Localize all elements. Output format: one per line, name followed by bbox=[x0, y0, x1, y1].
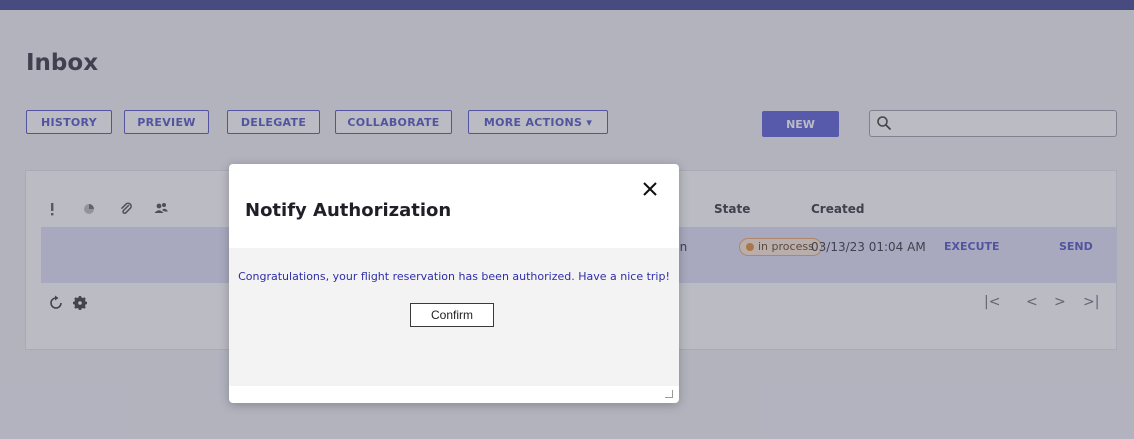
dialog-message: Congratulations, your flight reservation… bbox=[238, 270, 670, 283]
dialog-body: Congratulations, your flight reservation… bbox=[229, 248, 679, 386]
resize-handle-icon[interactable] bbox=[665, 390, 673, 398]
confirm-button[interactable]: Confirm bbox=[410, 303, 494, 327]
notify-authorization-dialog: Notify Authorization Congratulations, yo… bbox=[229, 164, 679, 403]
close-icon[interactable] bbox=[639, 178, 661, 200]
dialog-title: Notify Authorization bbox=[245, 200, 452, 221]
